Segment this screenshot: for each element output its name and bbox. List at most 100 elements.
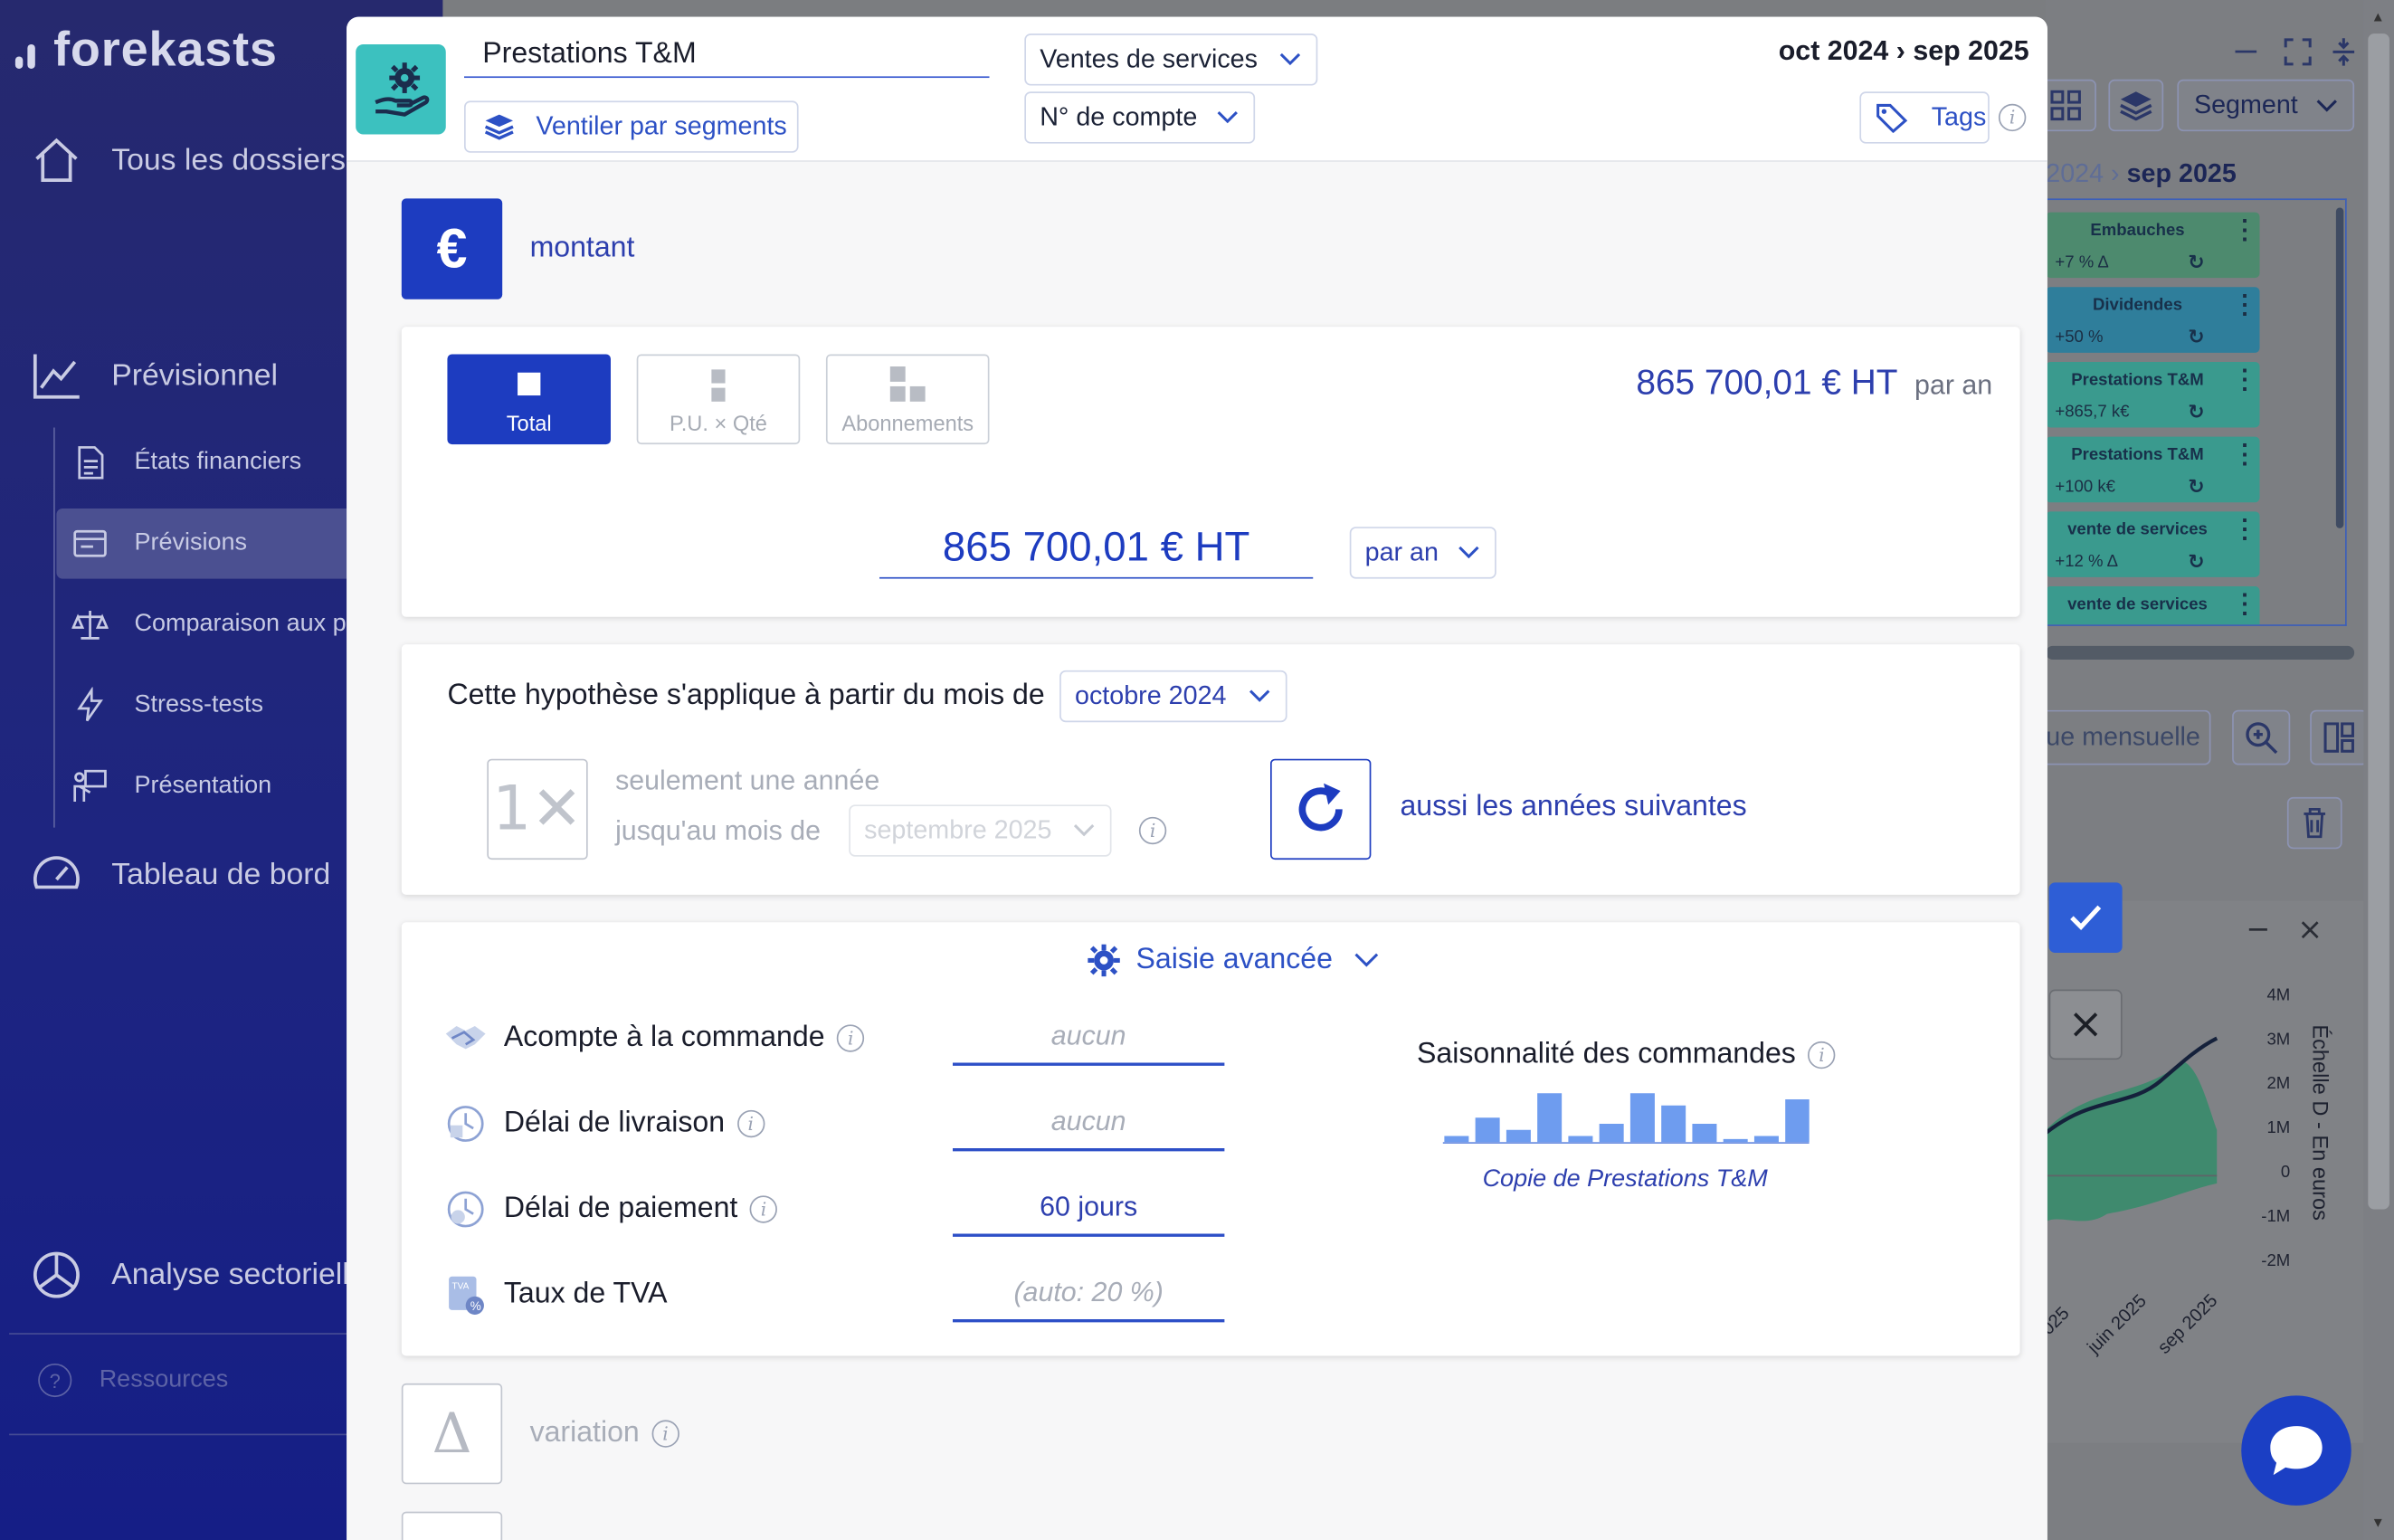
logo-mark-icon	[14, 29, 35, 69]
scroll-down-icon[interactable]: ▼	[2371, 1515, 2385, 1530]
info-icon[interactable]: i	[736, 1109, 765, 1138]
chart-y-ticks: 4M 3M 2M 1M 0 -1M -2M	[2254, 986, 2291, 1297]
info-icon[interactable]: i	[837, 1024, 865, 1052]
svg-text:%: %	[470, 1299, 481, 1313]
mode-abonnements-button[interactable]: Abonnements	[825, 354, 990, 445]
hypothesis-card[interactable]: Prestations T&M +865,7 k€ ↻ · · ·	[2046, 359, 2260, 428]
nav-previsionnel[interactable]: Prévisionnel	[31, 349, 278, 401]
seasonality-bar	[1785, 1099, 1810, 1143]
frequency-select[interactable]: par an	[1349, 527, 1496, 579]
horizontal-scrollbar[interactable]	[2046, 645, 2355, 660]
row-label-text: Taux de TVA	[503, 1278, 668, 1310]
subscription-icon	[889, 366, 926, 402]
nav-analyse-sectorielle[interactable]: Analyse sectorielle	[31, 1249, 366, 1300]
ventiler-segments-button[interactable]: Ventiler par segments	[464, 100, 799, 153]
service-hand-gear-icon	[356, 43, 446, 135]
kebab-menu-icon[interactable]: · · ·	[2241, 434, 2249, 477]
hypothesis-card[interactable]: Embauches +7 % Δ ↻ · · ·	[2046, 210, 2260, 279]
hypothesis-card[interactable]: vente de services +12 % Δ ↻ · · ·	[2046, 509, 2260, 577]
mode-unit-price-qty-button[interactable]: P.U. × Qté	[636, 354, 801, 445]
seasonality-bar	[1599, 1124, 1624, 1143]
panel-close-icon[interactable]	[2296, 917, 2323, 944]
period-range: oct 2024 › sep 2025	[1778, 34, 2029, 66]
mode-total-button[interactable]: Total	[447, 354, 611, 445]
info-icon[interactable]: i	[1998, 103, 2027, 132]
confirm-check-icon[interactable]	[2048, 882, 2123, 953]
total-suffix: par an	[1914, 369, 1993, 401]
panel-minimize-icon[interactable]	[2245, 917, 2272, 944]
nav-label: Tableau de bord	[111, 857, 331, 891]
tick-label: 0	[2280, 1163, 2291, 1183]
seasonality-bar	[1753, 1136, 1779, 1143]
fullscreen-icon[interactable]	[2278, 33, 2318, 71]
amount-value: 865 700,01 € HT	[942, 523, 1250, 570]
recurring-option[interactable]	[1270, 758, 1372, 860]
trash-icon[interactable]	[2286, 796, 2342, 850]
row-label: Acompte à la commande i	[504, 1022, 865, 1055]
nav-label: Stress-tests	[134, 691, 264, 718]
delivery-delay-input[interactable]: aucun	[953, 1093, 1225, 1152]
page-scrollbar[interactable]: ▲ ▼	[2363, 0, 2394, 1540]
nav-label: Présentation	[134, 772, 272, 799]
seasonality-bar	[1506, 1129, 1531, 1143]
nav-tableau-de-bord[interactable]: Tableau de bord	[31, 849, 331, 900]
minimize-icon[interactable]	[2226, 37, 2268, 68]
payment-delay-input[interactable]: 60 jours	[953, 1179, 1225, 1237]
home-icon	[35, 138, 78, 182]
segment-select[interactable]: Segment	[2177, 79, 2355, 132]
card-list-scrollbar[interactable]	[2335, 207, 2344, 528]
close-x-icon[interactable]	[2048, 989, 2123, 1060]
info-icon[interactable]: i	[651, 1420, 679, 1448]
account-number-select[interactable]: N° de compte	[1024, 91, 1256, 144]
until-label: jusqu'au mois de	[615, 815, 822, 846]
end-month-select[interactable]: septembre 2025	[849, 804, 1112, 857]
advanced-entry-toggle[interactable]: Saisie avancée	[1088, 944, 1379, 977]
card-value: +865,7 k€	[2055, 403, 2130, 422]
once-only-option[interactable]: 1✕	[487, 758, 588, 860]
vat-rate-input[interactable]: (auto: 20 %)	[953, 1264, 1225, 1323]
info-icon[interactable]: i	[749, 1195, 778, 1223]
title-input[interactable]: Prestations T&M	[464, 32, 990, 79]
seasonality-bar	[1568, 1136, 1593, 1143]
one-times-icon: 1✕	[492, 774, 583, 845]
variation-label: variation i	[530, 1417, 679, 1450]
delta-icon[interactable]: Δ	[401, 1383, 503, 1485]
kebab-menu-icon[interactable]: · · ·	[2241, 285, 2249, 328]
seasonality-bar	[1692, 1124, 1717, 1143]
kebab-menu-icon[interactable]: · · ·	[2241, 509, 2249, 552]
hypothesis-card[interactable]: Dividendes +50 % ↻ · · ·	[2046, 285, 2260, 353]
info-icon[interactable]: i	[1808, 1041, 1836, 1069]
nav-label: Prévisionnel	[111, 357, 279, 392]
split-view-icon[interactable]	[2310, 709, 2369, 765]
next-option-icon[interactable]	[401, 1511, 503, 1540]
balance-scale-icon	[71, 611, 109, 640]
chevron-down-icon	[2316, 99, 2337, 111]
seasonality-caption[interactable]: Copie de Prestations T&M	[1483, 1166, 1768, 1193]
kebab-menu-icon[interactable]: · · ·	[2241, 359, 2249, 402]
nav-ressources[interactable]: ? Ressources	[38, 1363, 228, 1398]
hypothesis-card[interactable]: Prestations T&M +100 k€ ↻ · · ·	[2046, 434, 2260, 503]
card-value: +7 % Δ	[2055, 253, 2109, 272]
scroll-up-icon[interactable]: ▲	[2371, 9, 2385, 24]
amount-input[interactable]: 865 700,01 € HT	[879, 518, 1314, 579]
category-select[interactable]: Ventes de services	[1024, 33, 1318, 86]
seasonality-chart[interactable]	[1442, 1090, 1810, 1155]
layers-icon[interactable]	[2108, 79, 2164, 132]
chat-button[interactable]	[2241, 1395, 2351, 1506]
zoom-in-icon[interactable]	[2232, 709, 2291, 765]
nav-tous-les-dossiers[interactable]: Tous les dossiers	[31, 135, 346, 186]
hypothesis-card[interactable]: vente de services · · ·	[2046, 584, 2260, 625]
deposit-input[interactable]: aucun	[953, 1008, 1225, 1066]
button-label: Tags	[1931, 102, 1987, 132]
gauge-icon	[33, 856, 80, 889]
view-mode-select[interactable]: ue mensuelle	[2046, 709, 2211, 765]
start-month-select[interactable]: octobre 2024	[1059, 670, 1287, 723]
scrollbar-thumb[interactable]	[2368, 33, 2389, 1210]
recurring-label[interactable]: aussi les années suivantes	[1400, 791, 1746, 824]
collapse-icon[interactable]	[2327, 33, 2361, 71]
brand-logo[interactable]: forekasts	[14, 18, 278, 80]
kebab-menu-icon[interactable]: · · ·	[2241, 210, 2249, 252]
info-icon[interactable]: i	[1138, 816, 1167, 845]
tags-button[interactable]: Tags	[1859, 91, 1990, 144]
kebab-menu-icon[interactable]: · · ·	[2241, 584, 2249, 624]
